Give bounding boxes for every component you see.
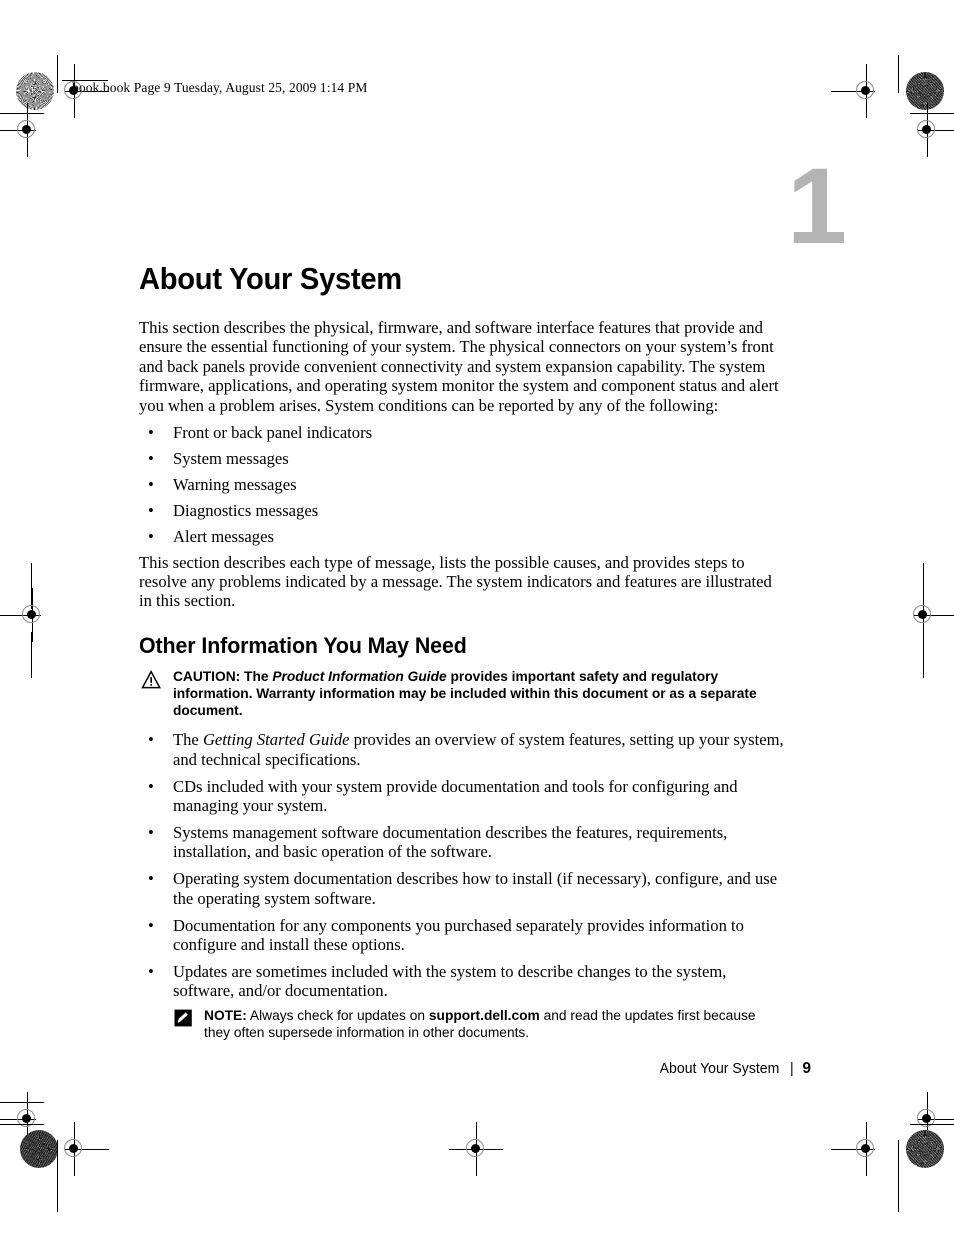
list-item: • The Getting Started Guide provides an …	[139, 730, 787, 769]
pencil-note-icon	[174, 1009, 195, 1028]
other-information-list: • The Getting Started Guide provides an …	[139, 730, 787, 1000]
trim-line-bottom-left-vertical	[57, 1140, 58, 1212]
list-item: • Systems management software documentat…	[139, 823, 787, 862]
bullet-glyph: •	[148, 526, 154, 546]
registration-mark-top-right	[831, 64, 883, 118]
trim-line-upper-left-horizontal	[0, 113, 44, 114]
list-item: • CDs included with your system provide …	[139, 777, 787, 816]
list-item-italic-reference: Getting Started Guide	[202, 730, 350, 750]
trim-line-lower-left-horizontal	[0, 1102, 44, 1103]
caution-block: CAUTION: The Product Information Guide p…	[139, 669, 768, 721]
trim-line-upper-right-horizontal	[910, 113, 954, 114]
list-item-text-before: Systems management software documentatio…	[173, 822, 728, 862]
registration-mark-lower-left	[0, 1092, 44, 1146]
bullet-glyph: •	[148, 915, 154, 935]
list-item: • Diagnostics messages	[139, 501, 787, 520]
page-title: About Your System	[139, 261, 402, 296]
section-title-other-information: Other Information You May Need	[139, 632, 467, 658]
registration-mark-upper-right	[910, 103, 954, 157]
trim-line-mid-right-vertical-lower	[923, 632, 924, 678]
list-item-text-before: Documentation for any components you pur…	[173, 915, 744, 954]
note-lead: NOTE:	[204, 1008, 247, 1025]
bullet-glyph: •	[148, 423, 154, 443]
trim-line-mid-left-vertical-lower	[31, 632, 32, 678]
intro-paragraph: This section describes the physical, fir…	[139, 318, 779, 415]
list-item: • Alert messages	[139, 527, 787, 546]
bullet-glyph: •	[148, 822, 154, 842]
list-item: • Warning messages	[139, 475, 787, 494]
registration-mark-upper-left	[0, 103, 44, 157]
moire-dot-top-right	[906, 72, 944, 110]
bullet-glyph: •	[148, 869, 154, 889]
caution-italic-reference: Product Information Guide	[272, 668, 447, 685]
list-item: • Documentation for any components you p…	[139, 916, 787, 955]
after-list-paragraph: This section describes each type of mess…	[139, 552, 772, 611]
trim-line-lower-right-horizontal	[910, 1124, 954, 1125]
list-item-label: System messages	[173, 448, 289, 468]
footer-chapter-label: About Your System	[659, 1061, 780, 1077]
registration-mark-lower-right	[910, 1092, 954, 1146]
list-item-label: Diagnostics messages	[173, 500, 319, 520]
registration-mark-bottom-right	[831, 1122, 883, 1176]
list-item-text-before: CDs included with your system provide do…	[173, 776, 738, 815]
caution-lead: CAUTION:	[172, 668, 241, 685]
trim-line-mid-left-vertical	[31, 563, 32, 609]
list-item: • Updates are sometimes included with th…	[139, 962, 787, 1001]
footer-page-number: 9	[802, 1060, 811, 1077]
trim-line-bottom-right-vertical	[898, 1140, 899, 1212]
list-item: • Operating system documentation describ…	[139, 869, 787, 908]
footer-separator: |	[789, 1061, 794, 1077]
trim-line-top-right-vertical	[898, 55, 899, 93]
system-conditions-list: • Front or back panel indicators • Syste…	[139, 423, 787, 546]
bullet-glyph: •	[148, 448, 154, 468]
note-bold-reference: support.dell.com	[428, 1008, 540, 1025]
list-item-label: Front or back panel indicators	[173, 423, 373, 443]
slug-header: book.book Page 9 Tuesday, August 25, 200…	[72, 80, 368, 95]
list-item-label: Alert messages	[173, 526, 274, 546]
registration-mark-mid-right	[906, 588, 954, 642]
moire-dot-top-left	[16, 72, 54, 110]
list-item: • System messages	[139, 449, 787, 468]
registration-mark-bottom-center	[449, 1122, 503, 1176]
list-item-text-before: The	[173, 730, 203, 750]
list-item-text-before: Updates are sometimes included with the …	[173, 961, 727, 1001]
bullet-glyph: •	[148, 961, 154, 981]
bullet-glyph: •	[148, 730, 154, 750]
content-flow: This section describes the physical, fir…	[139, 318, 787, 1053]
bullet-glyph: •	[148, 500, 154, 520]
bullet-glyph: •	[148, 776, 154, 796]
list-item-label: Warning messages	[173, 474, 297, 494]
registration-mark-bottom-left	[57, 1122, 109, 1176]
chapter-number: 1	[787, 145, 847, 266]
moire-dot-bottom-right	[906, 1130, 944, 1168]
list-item: • Front or back panel indicators	[139, 423, 787, 442]
page-footer: About Your System | 9	[159, 1060, 811, 1078]
trim-line-lower-left-horizontal-2	[0, 1124, 44, 1125]
trim-line-top-left-vertical	[57, 55, 58, 93]
bullet-glyph: •	[148, 474, 154, 494]
registration-mark-mid-left	[0, 588, 49, 642]
list-item-text-before: Operating system documentation describes…	[173, 869, 778, 908]
trim-line-mid-right-vertical	[923, 563, 924, 609]
moire-dot-bottom-left	[20, 1130, 58, 1168]
note-block: NOTE: Always check for updates on suppor…	[172, 1008, 769, 1042]
note-text-before: Always check for updates on	[246, 1008, 429, 1025]
warning-triangle-icon	[141, 669, 162, 689]
caution-text-before: The	[240, 668, 273, 685]
